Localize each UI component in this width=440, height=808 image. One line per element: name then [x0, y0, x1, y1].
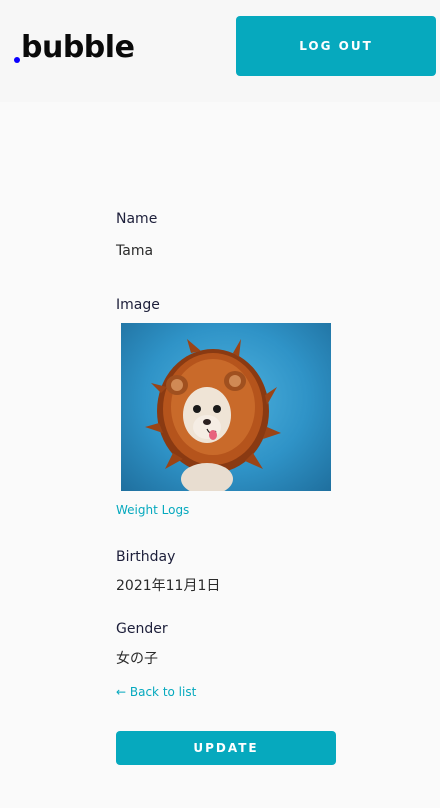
logo-dot-icon [14, 57, 20, 63]
lion-dog-illustration [145, 339, 281, 491]
pet-detail-page: bubble LOG OUT Name Tama Image Weight Lo… [0, 0, 440, 808]
pet-image [121, 323, 331, 491]
name-label: Name [116, 211, 158, 227]
name-value: Tama [116, 243, 154, 259]
back-to-list-link[interactable]: ← Back to list [116, 685, 196, 699]
image-label: Image [116, 297, 160, 313]
dog-face [183, 387, 231, 443]
header: bubble LOG OUT [0, 0, 440, 102]
bubble-logo[interactable]: bubble [14, 26, 135, 66]
logout-button[interactable]: LOG OUT [236, 16, 436, 76]
update-button[interactable]: UPDATE [116, 731, 336, 765]
birthday-value: 2021年11月1日 [116, 578, 221, 594]
weight-logs-link[interactable]: Weight Logs [116, 503, 189, 517]
gender-label: Gender [116, 621, 168, 637]
gender-value: 女の子 [116, 651, 158, 667]
birthday-label: Birthday [116, 549, 176, 565]
logo-text: bubble [21, 30, 135, 65]
